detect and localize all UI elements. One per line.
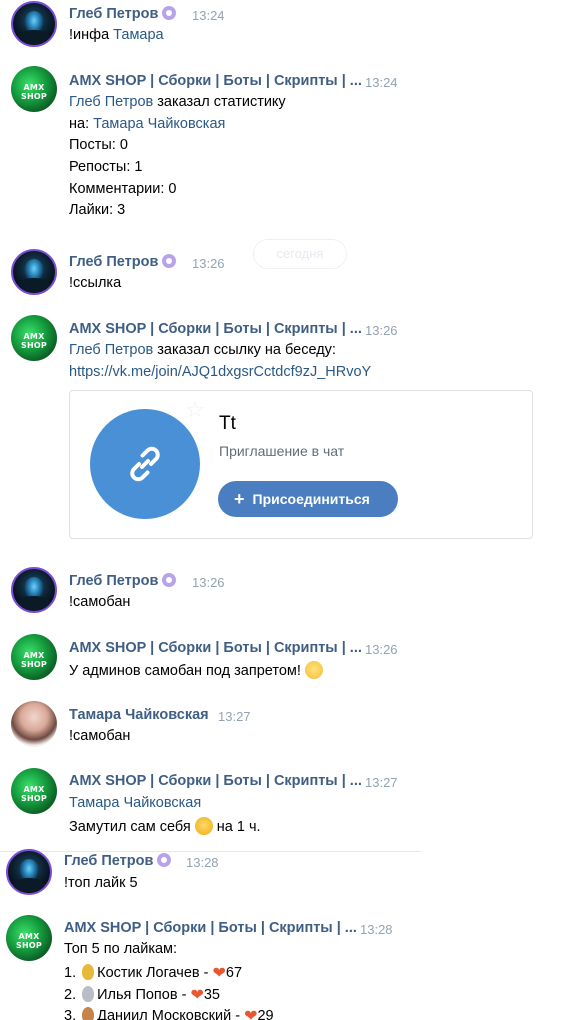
avatar-gleb-petrov[interactable] [11, 567, 57, 613]
heart-emoji: ❤ [212, 965, 226, 982]
avatar-gleb-petrov[interactable] [11, 249, 57, 295]
plus-icon: + [234, 489, 245, 509]
author-name[interactable]: AMX SHOP | Сборки | Боты | Скрипты | ... [64, 920, 357, 936]
message-time[interactable]: 13:26 [192, 575, 225, 590]
message-text: !топ лайк 5 [64, 875, 138, 891]
avatar-amx-shop[interactable]: AMX SHOP [6, 915, 52, 961]
author-name[interactable]: Глеб Петров [64, 853, 172, 869]
list-item: 2. Илья Попов - ❤35 [64, 986, 220, 1004]
message-text: на: Тамара Чайковская [69, 116, 226, 132]
avatar-gleb-petrov[interactable] [11, 1, 57, 47]
date-separator: сегодня [253, 239, 347, 269]
author-name[interactable]: AMX SHOP | Сборки | Боты | Скрипты | ... [69, 640, 362, 656]
author-name[interactable]: Тамара Чайковская [69, 707, 209, 723]
star-icon[interactable]: ☆ [185, 397, 205, 423]
message-text: Глеб Петров заказал ссылку на беседу: [69, 342, 336, 358]
message-time[interactable]: 13:24 [192, 8, 225, 23]
sticker-icon [162, 6, 177, 20]
heart-emoji: ❤ [190, 987, 204, 1004]
message-text: Глеб Петров заказал статистику [69, 94, 286, 110]
sticker-icon [162, 573, 177, 587]
silver-medal-icon [82, 986, 95, 1002]
list-item: 1. Костик Логачев - ❤67 [64, 964, 243, 982]
divider [0, 851, 422, 852]
message-time[interactable]: 13:26 [365, 323, 398, 338]
message-text: Репосты: 1 [69, 159, 143, 175]
avatar-amx-shop[interactable]: AMX SHOP [11, 634, 57, 680]
bronze-medal-icon [82, 1007, 95, 1020]
message-text: Замутил сам себя на 1 ч. [69, 817, 261, 835]
chat-avatar [90, 409, 200, 519]
author-name[interactable]: AMX SHOP | Сборки | Боты | Скрипты | ... [69, 73, 362, 89]
message-time[interactable]: 13:28 [186, 855, 219, 870]
sticker-icon [157, 853, 172, 867]
mention-link[interactable]: Глеб Петров [69, 94, 153, 110]
avatar-amx-shop[interactable]: AMX SHOP [11, 315, 57, 361]
author-name[interactable]: Глеб Петров [69, 6, 177, 22]
mention-link[interactable]: Тамара Чайковская [93, 116, 225, 132]
message-text: !ссылка [69, 275, 122, 291]
message-time[interactable]: 13:27 [365, 775, 398, 790]
author-name[interactable]: AMX SHOP | Сборки | Боты | Скрипты | ... [69, 773, 362, 789]
chat-title: Tt [219, 413, 236, 434]
message-time[interactable]: 13:27 [218, 709, 251, 724]
author-name[interactable]: Глеб Петров [69, 573, 177, 589]
message-text: Лайки: 3 [69, 202, 126, 218]
mention-link[interactable]: Тамара Чайковская [69, 795, 201, 811]
message-time[interactable]: 13:24 [365, 75, 398, 90]
join-button[interactable]: + Присоединиться [218, 481, 398, 517]
avatar-amx-shop[interactable]: AMX SHOP [11, 66, 57, 112]
link-icon [130, 446, 160, 482]
avatar-gleb-petrov[interactable] [6, 849, 52, 895]
invite-url-link[interactable]: https://vk.me/join/AJQ1dxgsrCctdcf9zJ_HR… [69, 364, 371, 380]
message-time[interactable]: 13:26 [365, 642, 398, 657]
message-time[interactable]: 13:26 [192, 256, 225, 271]
list-item: 3. Даниил Московский - ❤29 [64, 1006, 274, 1020]
heart-emoji: ❤ [244, 1008, 258, 1020]
mention-link[interactable]: Глеб Петров [69, 342, 153, 358]
message-text: !инфа Тамара [69, 27, 164, 43]
avatar-amx-shop[interactable]: AMX SHOP [11, 768, 57, 814]
author-name[interactable]: AMX SHOP | Сборки | Боты | Скрипты | ... [69, 321, 362, 337]
author-name[interactable]: Глеб Петров [69, 254, 177, 270]
sticker-icon [162, 254, 177, 268]
message-text: !самобан [69, 594, 131, 610]
message-text: Топ 5 по лайкам: [64, 941, 178, 957]
avatar-tamara[interactable] [11, 701, 57, 747]
message-text: !самобан [69, 728, 131, 744]
flushed-face-emoji [304, 661, 323, 679]
message-text: У админов самобан под запретом! [69, 661, 323, 679]
invite-card[interactable]: ☆ Tt Приглашение в чат + Присоединиться [69, 390, 533, 539]
message-time[interactable]: 13:28 [360, 922, 393, 937]
gold-medal-icon [82, 964, 95, 980]
message-text: Посты: 0 [69, 137, 128, 153]
message-text: Комментарии: 0 [69, 181, 177, 197]
mention-link[interactable]: Тамара [113, 27, 163, 43]
chat-subtitle: Приглашение в чат [219, 443, 345, 459]
upside-down-face-emoji [194, 817, 213, 835]
